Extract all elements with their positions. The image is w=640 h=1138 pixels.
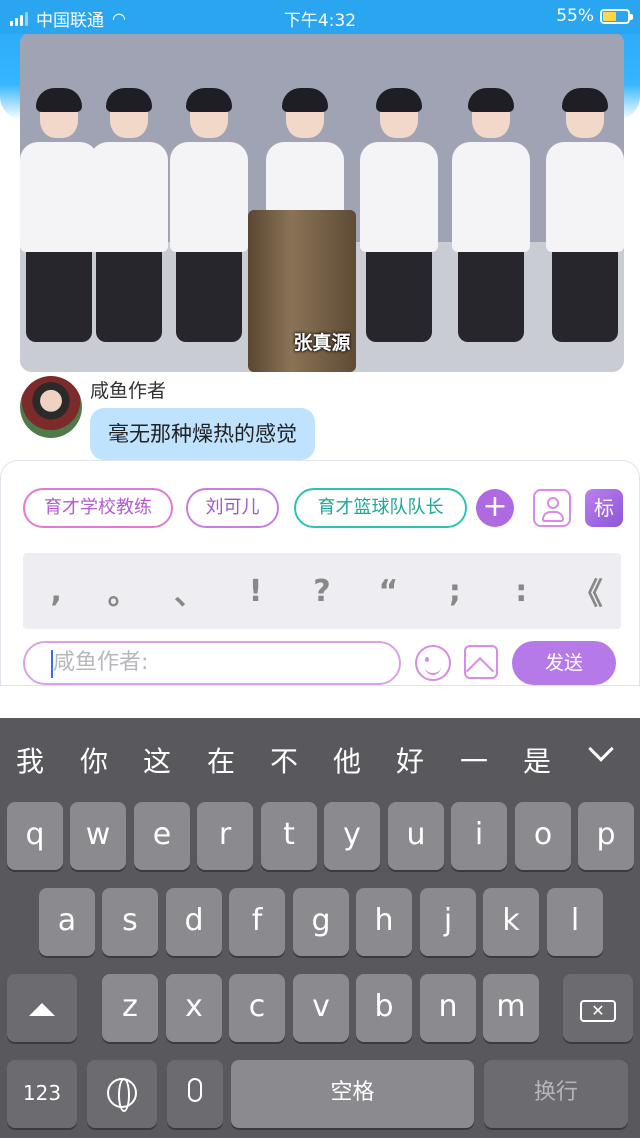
add-character-button[interactable]: + — [476, 489, 514, 527]
punctuation-key[interactable]: 、 — [169, 569, 209, 613]
backspace-key[interactable]: ✕ — [563, 974, 633, 1042]
key[interactable]: h — [356, 888, 412, 956]
key[interactable]: w — [70, 802, 126, 870]
backspace-icon: ✕ — [580, 1000, 616, 1022]
video-person — [90, 88, 168, 342]
candidate-word[interactable]: 一 — [460, 740, 488, 780]
candidate-word[interactable]: 你 — [80, 740, 108, 780]
key[interactable]: f — [229, 888, 285, 956]
video-person — [452, 88, 530, 342]
status-bar: 中国联通 ◠ 下午4:32 55% — [0, 0, 640, 34]
composer-panel: 育才学校教练 刘可儿 育才篮球队队长 + 标 , 。 、 ! ? “ ; : 《… — [0, 460, 640, 686]
character-chip[interactable]: 育才学校教练 — [23, 488, 173, 528]
key[interactable]: r — [197, 802, 253, 870]
candidate-word[interactable]: 好 — [396, 740, 424, 780]
video-person — [546, 88, 624, 342]
message-input-placeholder: 咸鱼作者: — [53, 650, 149, 675]
candidate-bar: 我 你 这 在 不 他 好 一 是 — [0, 718, 640, 796]
punctuation-key[interactable]: ? — [302, 574, 342, 609]
mic-key[interactable] — [167, 1060, 223, 1128]
message-input[interactable]: 咸鱼作者: — [23, 641, 401, 685]
key[interactable]: p — [578, 802, 634, 870]
microphone-icon — [188, 1078, 202, 1102]
character-chip[interactable]: 刘可儿 — [186, 488, 279, 528]
key[interactable]: x — [166, 974, 222, 1042]
candidate-word[interactable]: 是 — [523, 740, 551, 780]
image-icon[interactable] — [464, 645, 498, 679]
key[interactable]: u — [388, 802, 444, 870]
candidate-word[interactable]: 这 — [143, 740, 171, 780]
keyboard: 我 你 这 在 不 他 好 一 是 q w e r t y u i o p a … — [0, 718, 640, 1138]
text-caret — [51, 650, 53, 678]
candidate-word[interactable]: 不 — [270, 740, 298, 780]
message-bubble[interactable]: 毫无那种燥热的感觉 — [90, 408, 315, 460]
video-person — [20, 88, 98, 342]
video-person — [360, 88, 438, 342]
punctuation-key[interactable]: , — [36, 574, 76, 609]
key[interactable]: q — [7, 802, 63, 870]
tag-button[interactable]: 标 — [585, 489, 623, 527]
candidate-word[interactable]: 我 — [16, 740, 44, 780]
battery-percent: 55% — [556, 6, 594, 26]
key[interactable]: n — [420, 974, 476, 1042]
key[interactable]: g — [293, 888, 349, 956]
message-sender: 咸鱼作者 — [90, 380, 167, 402]
key[interactable]: z — [102, 974, 158, 1042]
key[interactable]: e — [134, 802, 190, 870]
video-player[interactable]: 张真源 — [20, 32, 624, 372]
punctuation-key[interactable]: : — [501, 574, 541, 609]
punctuation-bar: , 。 、 ! ? “ ; : 《 — [23, 553, 621, 629]
key[interactable]: l — [547, 888, 603, 956]
key[interactable]: d — [166, 888, 222, 956]
send-button[interactable]: 发送 — [512, 641, 616, 685]
character-chip[interactable]: 育才篮球队队长 — [294, 488, 467, 528]
emoji-icon[interactable] — [415, 645, 451, 681]
key[interactable]: y — [324, 802, 380, 870]
key[interactable]: m — [483, 974, 539, 1042]
globe-icon — [107, 1078, 137, 1112]
key[interactable]: v — [293, 974, 349, 1042]
numbers-key[interactable]: 123 — [7, 1060, 77, 1128]
key[interactable]: t — [261, 802, 317, 870]
punctuation-key[interactable]: 《 — [568, 569, 608, 613]
candidate-word[interactable]: 在 — [207, 740, 235, 780]
battery-icon — [600, 8, 633, 24]
user-profile-icon[interactable] — [533, 489, 571, 527]
space-key[interactable]: 空格 — [231, 1060, 474, 1128]
clock: 下午4:32 — [283, 11, 357, 31]
punctuation-key[interactable]: ! — [236, 574, 276, 609]
globe-key[interactable] — [87, 1060, 157, 1128]
video-caption: 张真源 — [293, 332, 351, 354]
candidate-word[interactable]: 他 — [333, 740, 361, 780]
key[interactable]: j — [420, 888, 476, 956]
punctuation-key[interactable]: “ — [368, 574, 408, 609]
punctuation-key[interactable]: 。 — [103, 569, 143, 613]
key[interactable]: c — [229, 974, 285, 1042]
key[interactable]: s — [102, 888, 158, 956]
shift-icon — [29, 1003, 55, 1016]
key[interactable]: a — [39, 888, 95, 956]
shift-key[interactable] — [7, 974, 77, 1042]
video-person — [170, 88, 248, 342]
key[interactable]: o — [515, 802, 571, 870]
key[interactable]: k — [483, 888, 539, 956]
avatar[interactable] — [20, 376, 82, 438]
punctuation-key[interactable]: ; — [435, 574, 475, 609]
key[interactable]: i — [451, 802, 507, 870]
return-key[interactable]: 换行 — [484, 1060, 628, 1128]
key[interactable]: b — [356, 974, 412, 1042]
chevron-down-icon[interactable] — [588, 736, 614, 762]
